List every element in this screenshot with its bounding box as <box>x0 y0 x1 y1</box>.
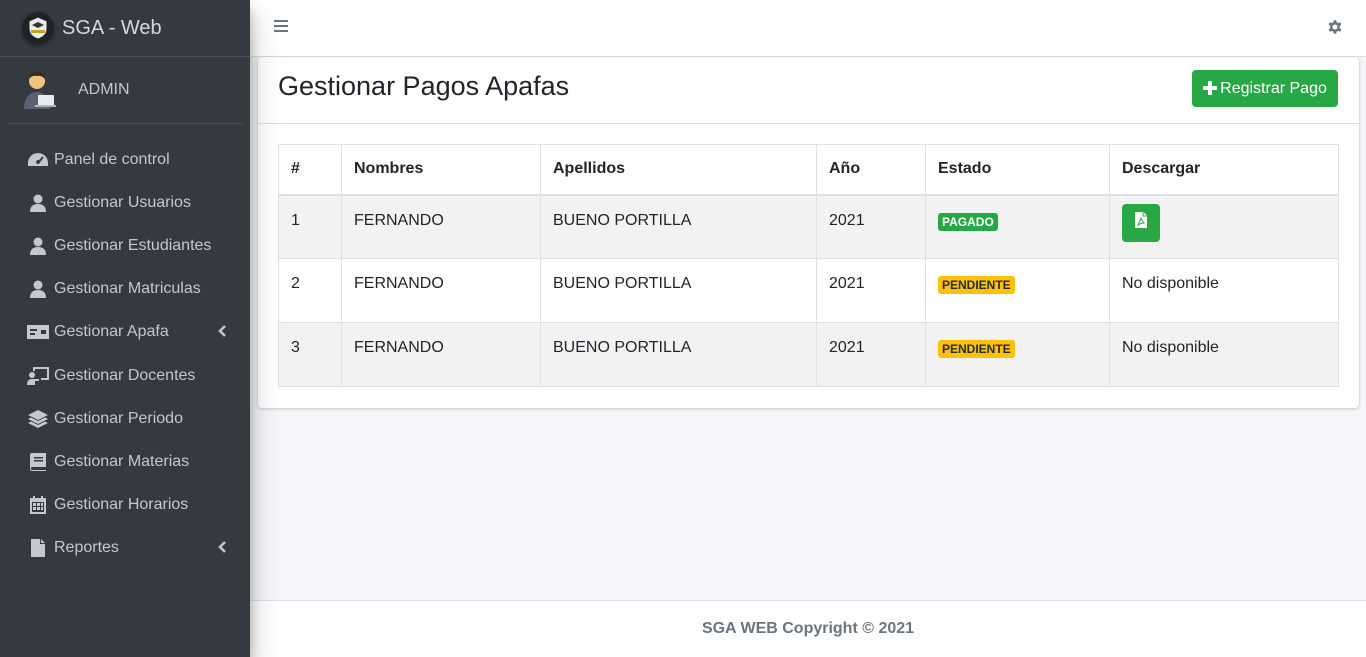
cell-anio: 2021 <box>816 322 926 387</box>
sidebar-item-gestionar-horarios[interactable]: Gestionar Horarios <box>0 484 250 527</box>
brand-title: SGA - Web <box>62 16 162 39</box>
sidebar-item-gestionar-materias[interactable]: Gestionar Materias <box>0 440 250 483</box>
cell-apellidos: BUENO PORTILLA <box>540 194 817 259</box>
cell-nombres: FERNANDO <box>341 258 541 323</box>
column-header-num: # <box>278 144 342 196</box>
cell-anio: 2021 <box>816 194 926 259</box>
cell-descargar: No disponible <box>1109 322 1339 387</box>
sidebar-item-gestionar-apafa[interactable]: Gestionar Apafa <box>0 311 250 354</box>
cell-apellidos: BUENO PORTILLA <box>540 322 817 387</box>
file-pdf-icon <box>1135 212 1147 233</box>
admin-avatar-icon <box>22 71 56 109</box>
chalkboard-teacher-icon <box>27 366 49 386</box>
table-row: 2 FERNANDO BUENO PORTILLA 2021 PENDIENTE… <box>278 258 1339 323</box>
table-row: 1 FERNANDO BUENO PORTILLA 2021 PAGADO <box>278 194 1339 259</box>
user-icon <box>27 279 49 299</box>
payments-card: Gestionar Pagos Apafas Registrar Pago # … <box>258 57 1359 408</box>
money-bill-icon <box>27 322 49 342</box>
sidebar-nav: Panel de control Gestionar Usuarios Gest… <box>0 138 250 570</box>
cell-num: 1 <box>278 194 342 259</box>
download-pdf-button[interactable] <box>1122 203 1160 242</box>
cell-num: 2 <box>278 258 342 323</box>
status-badge: PENDIENTE <box>938 340 1015 358</box>
book-icon <box>27 452 49 472</box>
card-header: Gestionar Pagos Apafas Registrar Pago <box>258 57 1359 124</box>
cell-descargar <box>1109 194 1339 259</box>
sidebar-item-label: Gestionar Estudiantes <box>54 236 212 254</box>
sidebar-item-label: Reportes <box>54 539 119 557</box>
footer: SGA WEB Copyright © 2021 <box>250 600 1366 657</box>
sidebar: SGA - Web ADMIN Panel de control Gestion <box>0 0 250 657</box>
gear-icon[interactable] <box>1327 19 1343 40</box>
sidebar-item-label: Gestionar Docentes <box>54 366 196 384</box>
sidebar-item-label: Panel de control <box>54 150 170 168</box>
sidebar-item-gestionar-matriculas[interactable]: Gestionar Matriculas <box>0 268 250 311</box>
cell-anio: 2021 <box>816 258 926 323</box>
sidebar-item-gestionar-estudiantes[interactable]: Gestionar Estudiantes <box>0 224 250 267</box>
table-header-row: # Nombres Apellidos Año Estado Descargar <box>278 144 1339 196</box>
cell-estado: PENDIENTE <box>925 322 1110 387</box>
user-panel[interactable]: ADMIN <box>8 57 242 124</box>
sidebar-item-gestionar-periodo[interactable]: Gestionar Periodo <box>0 397 250 440</box>
sidebar-item-gestionar-usuarios[interactable]: Gestionar Usuarios <box>0 181 250 224</box>
status-badge: PAGADO <box>938 212 998 231</box>
plus-icon <box>1203 79 1218 99</box>
register-payment-label: Registrar Pago <box>1220 79 1327 97</box>
sidebar-item-reportes[interactable]: Reportes <box>0 527 250 570</box>
column-header-estado: Estado <box>925 144 1110 196</box>
top-navbar <box>250 0 1366 57</box>
cell-estado: PENDIENTE <box>925 258 1110 323</box>
status-badge: PENDIENTE <box>938 276 1015 294</box>
user-icon <box>27 236 49 256</box>
cell-apellidos: BUENO PORTILLA <box>540 258 817 323</box>
sidebar-item-label: Gestionar Apafa <box>54 323 169 341</box>
cell-estado: PAGADO <box>925 194 1110 259</box>
column-header-descargar: Descargar <box>1109 144 1339 196</box>
cell-descargar: No disponible <box>1109 258 1339 323</box>
brand-link[interactable]: SGA - Web <box>0 0 250 57</box>
tachometer-icon <box>27 150 49 170</box>
column-header-apellidos: Apellidos <box>540 144 817 196</box>
cell-nombres: FERNANDO <box>341 322 541 387</box>
hamburger-menu-icon[interactable] <box>274 20 288 34</box>
column-header-anio: Año <box>816 144 926 196</box>
sidebar-item-panel-de-control[interactable]: Panel de control <box>0 138 250 181</box>
sidebar-item-label: Gestionar Periodo <box>54 409 183 427</box>
column-header-nombres: Nombres <box>341 144 541 196</box>
calendar-icon <box>27 495 49 515</box>
file-icon <box>27 538 49 558</box>
payments-table: # Nombres Apellidos Año Estado Descargar… <box>278 144 1339 387</box>
sidebar-item-label: Gestionar Materias <box>54 452 190 470</box>
chevron-left-icon <box>218 324 226 340</box>
cell-num: 3 <box>278 322 342 387</box>
footer-copyright: SGA WEB Copyright © 2021 <box>701 620 915 637</box>
school-logo-icon <box>22 12 54 44</box>
sidebar-item-label: Gestionar Usuarios <box>54 193 191 211</box>
chevron-left-icon <box>218 540 226 556</box>
user-icon <box>27 193 49 213</box>
page-title: Gestionar Pagos Apafas <box>278 71 570 101</box>
user-name: ADMIN <box>78 81 130 98</box>
sidebar-item-label: Gestionar Horarios <box>54 496 189 514</box>
sidebar-item-gestionar-docentes[interactable]: Gestionar Docentes <box>0 354 250 397</box>
cell-nombres: FERNANDO <box>341 194 541 259</box>
register-payment-button[interactable]: Registrar Pago <box>1192 70 1338 107</box>
sidebar-item-label: Gestionar Matriculas <box>54 280 201 298</box>
table-row: 3 FERNANDO BUENO PORTILLA 2021 PENDIENTE… <box>278 322 1339 387</box>
layer-group-icon <box>27 409 49 429</box>
